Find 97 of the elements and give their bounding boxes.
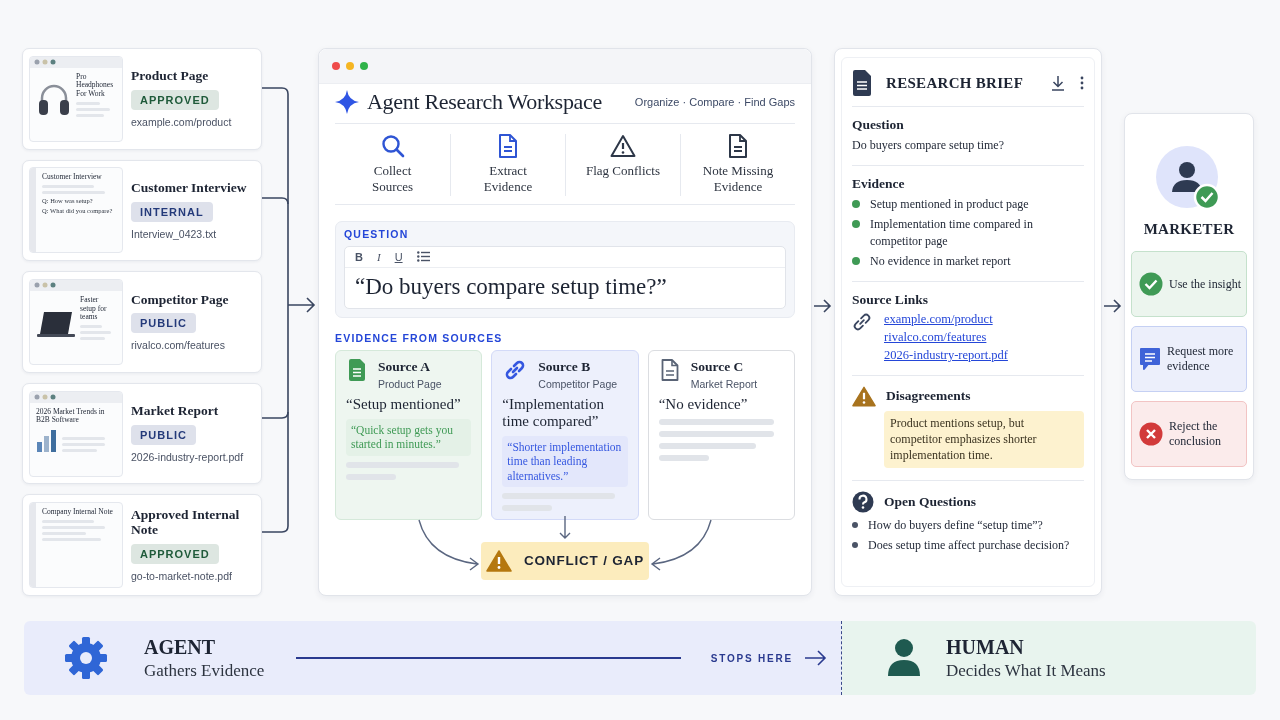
arrow-icon — [1104, 298, 1122, 314]
laptop-icon — [36, 309, 76, 340]
evidence-item: Implementation time compared in competitor page — [870, 216, 1034, 249]
file-name: example.com/product — [131, 116, 232, 129]
handoff-label: STOPS HERE — [710, 652, 793, 664]
step-label: Note Missing Evidence — [701, 163, 775, 196]
section-heading: Evidence — [852, 176, 906, 193]
disagreement-note: Product mentions setup, but competitor emphasizes shorter implementation time. — [884, 410, 1084, 468]
bullet-dot — [852, 256, 860, 265]
window-title: Agent Research Workspace — [367, 89, 603, 115]
arrow-icon — [651, 518, 712, 571]
document-icon — [852, 70, 872, 96]
bullet-dot — [852, 541, 858, 548]
list-icon[interactable] — [416, 251, 430, 262]
status-badge: APPROVED — [131, 90, 219, 111]
window-controls-icon — [34, 59, 56, 66]
warning-icon — [486, 549, 512, 572]
arrow-icon — [814, 298, 832, 314]
bullet-dot — [852, 220, 860, 229]
role-label: MARKETER — [1143, 221, 1235, 238]
sparkle-icon — [335, 90, 359, 114]
person-icon — [886, 638, 922, 678]
arrow-icon — [559, 515, 571, 540]
source-type: Market Report — [690, 377, 758, 390]
status-badge: PUBLIC — [131, 425, 196, 445]
check-icon — [1139, 272, 1163, 296]
decision-button[interactable]: Request more evidence — [1131, 326, 1247, 392]
section-heading: Disagreements — [886, 388, 971, 405]
file-name: go-to-market-note.pdf — [131, 570, 232, 582]
source-link[interactable]: example.com/product — [884, 311, 1008, 327]
window-controls-icon — [34, 282, 56, 289]
chat-icon — [1139, 347, 1161, 371]
band-subtitle: Gathers Evidence — [144, 660, 265, 681]
settings-icon — [64, 636, 108, 680]
more-icon[interactable] — [1080, 76, 1084, 90]
italic-button[interactable]: I — [376, 250, 381, 263]
download-icon[interactable] — [1050, 75, 1066, 91]
arrow-icon — [418, 518, 479, 571]
question-editor[interactable]: B I U “Do buyers compare setup time?” — [344, 245, 786, 309]
question-text: Do buyers compare setup time? — [852, 137, 1005, 154]
decision-button[interactable]: Reject the conclusion — [1131, 401, 1247, 467]
question-text: “Do buyers compare setup time?” — [354, 272, 668, 301]
source-title: Customer Interview — [131, 180, 247, 196]
file-name: 2026-industry-report.pdf — [131, 451, 244, 463]
tagline: Organize · Compare · Find Gaps — [634, 96, 795, 108]
status-badge: INTERNAL — [131, 201, 213, 222]
source-link[interactable]: rivalco.com/features — [884, 329, 1008, 345]
section-heading: Source Links — [852, 291, 929, 308]
bar-chart-icon — [36, 427, 58, 452]
open-question: How do buyers define “setup time”? — [868, 516, 1043, 533]
evidence-quote: “Setup mentioned” — [346, 395, 462, 413]
status-badge: PUBLIC — [131, 313, 196, 334]
close-icon — [1139, 422, 1163, 446]
placeholder-line — [658, 454, 709, 461]
warning-icon — [852, 385, 876, 407]
source-name: Source A — [378, 358, 431, 375]
conflict-label: CONFLICT / GAP — [524, 553, 644, 568]
arrow-icon — [805, 650, 827, 666]
underline-button[interactable]: U — [394, 250, 403, 263]
evidence-item: Setup mentioned in product page — [870, 196, 1029, 213]
help-icon — [852, 490, 874, 513]
file-name: rivalco.com/features — [131, 339, 225, 352]
brief-title: RESEARCH BRIEF — [886, 74, 1025, 92]
evidence-excerpt: “Shorter implementation time than leading alternatives.” — [502, 436, 628, 488]
window-controls-icon — [331, 61, 371, 71]
section-label: EVIDENCE FROM SOURCES — [335, 331, 504, 344]
bullet-dot — [852, 521, 858, 528]
status-badge: APPROVED — [131, 544, 219, 564]
open-question: Does setup time affect purchase decision? — [868, 536, 1070, 553]
band-title: HUMAN — [946, 635, 1025, 659]
source-name: Source C — [690, 358, 745, 375]
section-label: QUESTION — [344, 227, 410, 240]
source-title: Market Report — [131, 404, 219, 419]
evidence-quote: “Implementation time compared” — [502, 395, 605, 430]
decision-button[interactable]: Use the insight — [1131, 251, 1247, 317]
evidence-excerpt: “Quick setup gets you started in minutes.” — [346, 418, 472, 456]
source-type: Competitor Page — [538, 377, 618, 390]
source-name: Source B — [538, 358, 592, 375]
source-link[interactable]: 2026-industry-report.pdf — [884, 347, 1008, 363]
section-heading: Open Questions — [884, 493, 976, 510]
evidence-quote: “No evidence” — [658, 395, 749, 413]
file-name: Interview_0423.txt — [131, 227, 217, 240]
step-label: Flag Conflicts — [585, 163, 661, 180]
window-controls-icon — [34, 394, 56, 401]
link-icon — [852, 311, 872, 332]
source-title: Approved Internal Note — [131, 508, 241, 538]
source-type: Product Page — [378, 377, 442, 390]
band-title: AGENT — [144, 635, 217, 659]
step-label: Collect Sources — [370, 163, 415, 196]
band-subtitle: Decides What It Means — [946, 660, 1106, 681]
bold-button[interactable]: B — [355, 250, 363, 263]
section-heading: Question — [852, 117, 905, 133]
source-title: Competitor Page — [131, 292, 229, 308]
step-label: Extract Evidence — [482, 163, 534, 196]
evidence-item: No evidence in market report — [870, 252, 1011, 269]
bullet-dot — [852, 200, 860, 209]
source-title: Product Page — [131, 69, 209, 85]
